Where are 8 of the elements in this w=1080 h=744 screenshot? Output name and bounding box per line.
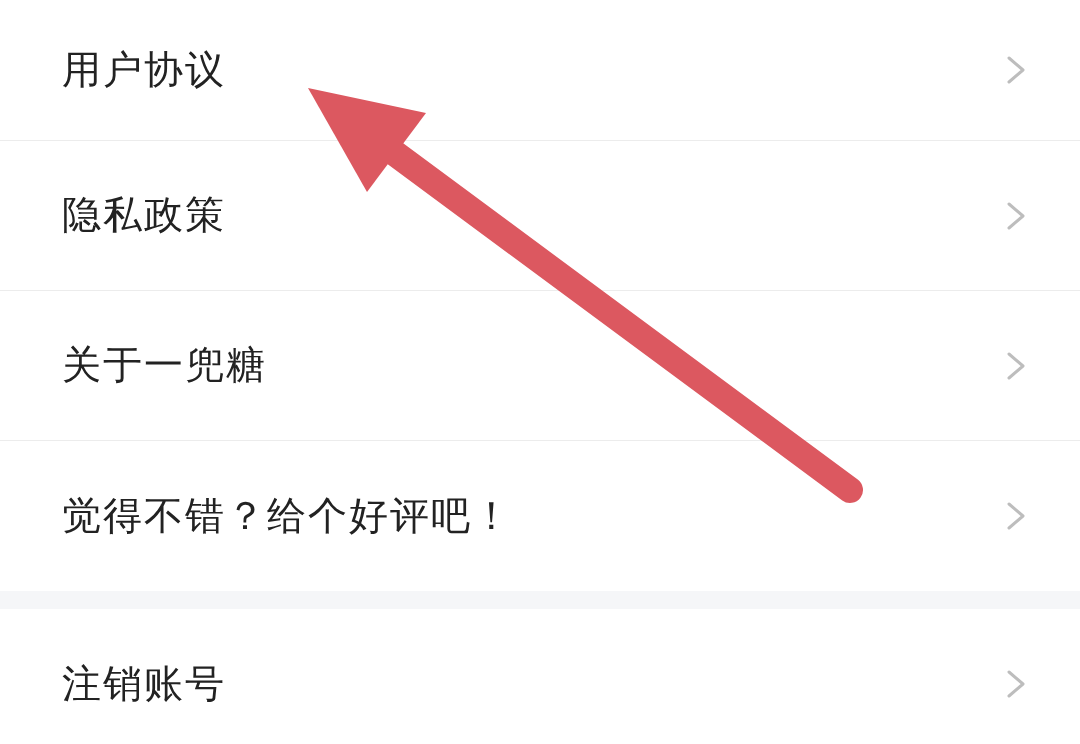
- chevron-right-icon: [1007, 502, 1025, 530]
- chevron-right-icon: [1007, 351, 1025, 380]
- chevron-right-icon: [1007, 201, 1025, 230]
- settings-item[interactable]: 觉得不错？给个好评吧！: [0, 441, 1080, 591]
- chevron-right-icon: [1007, 670, 1025, 698]
- chevron-right-icon: [1007, 56, 1025, 84]
- settings-item[interactable]: 关于一兜糖: [0, 291, 1080, 441]
- settings-item[interactable]: 注销账号: [0, 609, 1080, 743]
